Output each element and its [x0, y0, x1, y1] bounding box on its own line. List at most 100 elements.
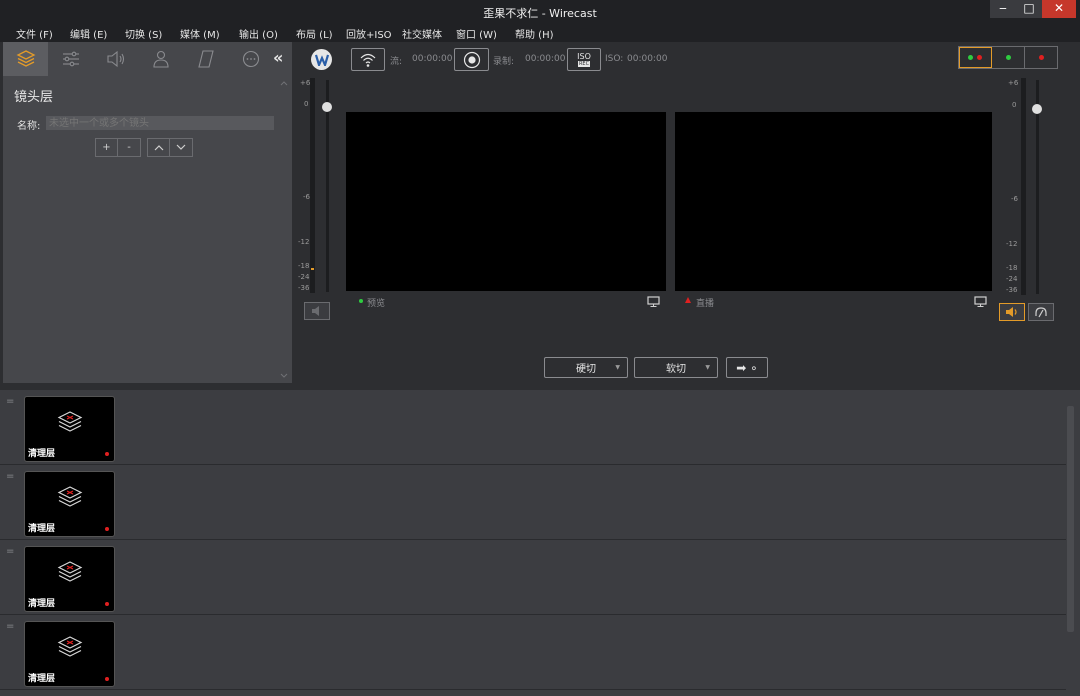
broadcast-icon — [360, 53, 376, 67]
speaker-icon[interactable] — [93, 42, 138, 76]
dropdown-arrow-icon: ▼ — [705, 364, 710, 371]
meter-scale-label: -6 — [303, 193, 310, 201]
monitor-output-icon[interactable] — [647, 296, 660, 310]
stream-label: 流: — [390, 57, 403, 67]
menu-edit[interactable]: 编辑 (E) — [70, 26, 107, 41]
minimize-button[interactable]: ‒ — [990, 0, 1016, 18]
iso-record-button[interactable]: ISO REC — [567, 48, 601, 71]
more-icon[interactable] — [228, 42, 273, 76]
menu-help[interactable]: 帮助 (H) — [515, 26, 554, 41]
shot-tile[interactable]: 清理层 — [24, 471, 115, 537]
preview-monitor[interactable] — [346, 112, 666, 291]
add-layer-button[interactable]: + — [95, 138, 118, 157]
person-icon[interactable] — [138, 42, 183, 76]
shot-label: 清理层 — [28, 674, 56, 684]
close-button[interactable]: ✕ — [1042, 0, 1076, 18]
drag-handle-icon[interactable]: = — [6, 397, 14, 407]
panel-tabs: « — [3, 42, 292, 76]
meter-scale-label: -18 — [1006, 264, 1018, 272]
go-button[interactable]: ➡ ∘ — [726, 357, 768, 378]
tally-selector[interactable] — [958, 46, 1058, 69]
meter-scale-label: -24 — [298, 273, 310, 281]
green-dot-icon — [1005, 55, 1011, 60]
hard-cut-label: 硬切 — [576, 364, 596, 375]
meter-scale-label: -6 — [1011, 195, 1018, 203]
layers-icon[interactable] — [3, 42, 48, 76]
volume-fader-knob[interactable] — [1032, 104, 1042, 114]
live-label: 直播 — [696, 299, 715, 309]
mute-preview-button[interactable] — [304, 302, 330, 320]
shot-layers-area: = 清理层 = 清理层 = 清理层 = 清理层 — [0, 390, 1080, 696]
preview-tally[interactable] — [992, 47, 1025, 68]
soft-cut-dropdown[interactable]: 软切 ▼ — [634, 357, 718, 378]
record-button[interactable] — [454, 48, 489, 71]
drag-handle-icon[interactable]: = — [6, 547, 14, 557]
meter-scale-label: +6 — [1008, 79, 1019, 87]
menu-file[interactable]: 文件 (F) — [16, 26, 53, 41]
meter-scale-label: +6 — [300, 79, 311, 87]
preview-live-tally[interactable] — [959, 47, 992, 68]
sliders-icon[interactable] — [48, 42, 93, 76]
drag-handle-icon[interactable]: = — [6, 472, 14, 482]
menu-replay-iso[interactable]: 回放+ISO — [346, 26, 392, 41]
layers-icon — [57, 561, 83, 582]
live-monitor[interactable] — [675, 112, 992, 291]
menu-media[interactable]: 媒体 (M) — [180, 26, 220, 41]
stream-time: 00:00:00 — [412, 54, 453, 64]
speaker-icon — [312, 306, 319, 316]
shot-layer-panel: « 镜头层 名称: + - — [3, 42, 292, 383]
live-audio-button[interactable] — [999, 303, 1025, 321]
volume-fader-knob[interactable] — [322, 102, 332, 112]
drag-handle-icon[interactable]: = — [6, 622, 14, 632]
scrollbar-thumb[interactable] — [1067, 406, 1074, 632]
audio-meter — [1021, 78, 1026, 295]
red-dot-icon — [105, 602, 109, 606]
preview-label: 预览 — [367, 299, 386, 309]
meter-scale-label: -18 — [298, 262, 310, 270]
headphones-icon — [1035, 307, 1047, 318]
menu-window[interactable]: 窗口 (W) — [456, 26, 497, 41]
name-label: 名称: — [17, 121, 41, 132]
meter-scale-label: -24 — [1006, 275, 1018, 283]
layer-row: = 清理层 — [0, 465, 1066, 540]
dropdown-arrow-icon: ▼ — [615, 364, 620, 371]
shot-label: 清理层 — [28, 599, 56, 609]
menu-social-media[interactable]: 社交媒体 — [402, 26, 442, 41]
layers-scrollbar[interactable] — [1066, 398, 1075, 692]
name-field[interactable] — [46, 116, 274, 130]
remove-layer-button[interactable]: - — [117, 138, 141, 157]
live-tally[interactable] — [1025, 47, 1057, 68]
menu-output[interactable]: 输出 (O) — [239, 26, 278, 41]
parallelogram-icon[interactable] — [183, 42, 228, 76]
shot-tile[interactable]: 清理层 — [24, 546, 115, 612]
menu-layout[interactable]: 布局 (L) — [296, 26, 333, 41]
soft-cut-label: 软切 — [666, 364, 686, 375]
maximize-button[interactable]: □ — [1016, 0, 1042, 18]
shot-tile[interactable]: 清理层 — [24, 621, 115, 687]
title-bar: 歪果不求仁 - Wirecast ‒ □ ✕ — [0, 0, 1080, 24]
record-time: 00:00:00 — [525, 54, 566, 64]
red-dot-icon — [977, 55, 982, 60]
panel-title: 镜头层 — [14, 90, 54, 105]
layers-icon — [57, 486, 83, 507]
menu-bar: 文件 (F) 编辑 (E) 切换 (S) 媒体 (M) 输出 (O) 布局 (L… — [0, 24, 1080, 42]
stream-button[interactable] — [351, 48, 385, 71]
meter-scale-label: 0 — [304, 100, 309, 108]
monitor-output-icon[interactable] — [974, 296, 987, 310]
move-down-button[interactable] — [169, 138, 193, 157]
green-dot-icon — [968, 55, 973, 60]
speaker-icon — [1006, 307, 1017, 317]
window-title: 歪果不求仁 - Wirecast — [483, 7, 597, 20]
collapse-panel-button[interactable]: « — [273, 48, 283, 67]
hard-cut-dropdown[interactable]: 硬切 ▼ — [544, 357, 628, 378]
meter-scale-label: -36 — [1006, 286, 1018, 294]
layer-row: = 清理层 — [0, 390, 1066, 465]
iso-label: ISO: — [605, 54, 624, 64]
shot-tile[interactable]: 清理层 — [24, 396, 115, 462]
preview-indicator-icon — [359, 299, 363, 303]
record-label: 录制: — [493, 57, 515, 67]
headphones-button[interactable] — [1028, 303, 1054, 321]
menu-switch[interactable]: 切换 (S) — [125, 26, 162, 41]
move-up-button[interactable] — [147, 138, 170, 157]
panel-scrollbar[interactable] — [278, 76, 290, 383]
